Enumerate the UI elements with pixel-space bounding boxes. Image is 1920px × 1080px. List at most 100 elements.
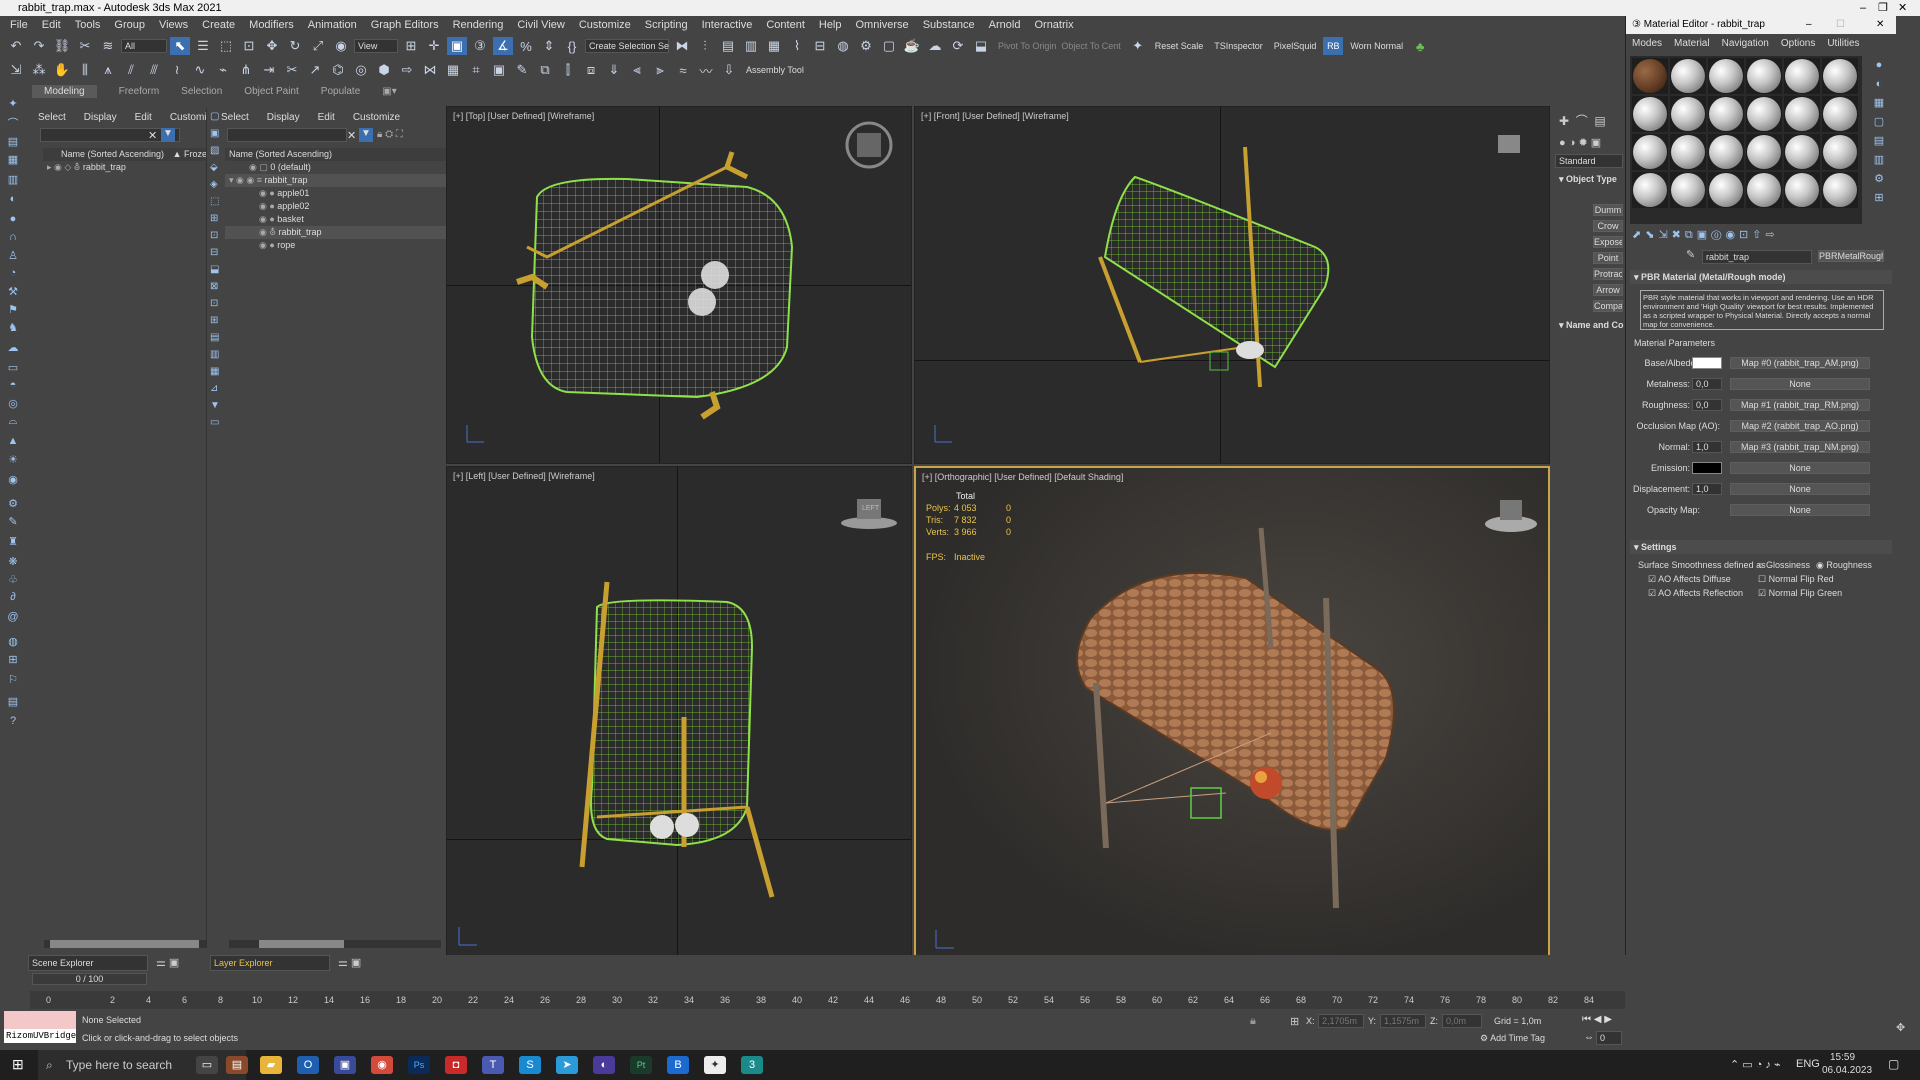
- maxscript-listener-area[interactable]: [4, 1011, 76, 1029]
- roughness-spinner[interactable]: 0,0: [1692, 399, 1722, 411]
- menu-file[interactable]: File: [10, 19, 28, 31]
- command-button[interactable]: Protrac: [1593, 268, 1623, 280]
- tool-grid-icon[interactable]: ▦: [443, 61, 463, 79]
- normal-map-button[interactable]: Map #3 (rabbit_trap_NM.png): [1730, 441, 1870, 453]
- sample-slot[interactable]: [1822, 58, 1858, 94]
- layer-row[interactable]: ◉ ● apple02: [225, 200, 447, 213]
- tool-fan-icon[interactable]: ⋈: [420, 61, 440, 79]
- command-button[interactable]: Point: [1593, 252, 1623, 264]
- file-explorer-icon[interactable]: ▰: [260, 1056, 282, 1074]
- tool-guide-icon[interactable]: ↗: [305, 61, 325, 79]
- select-by-material-icon[interactable]: ⊞: [1868, 189, 1890, 208]
- select-object-icon[interactable]: ⬉: [170, 37, 190, 55]
- cloud-icon[interactable]: ☁: [5, 341, 21, 355]
- rendered-frame-icon[interactable]: ▢: [879, 37, 899, 55]
- command-dropdown[interactable]: Standard: [1555, 154, 1623, 168]
- sample-slot[interactable]: [1784, 58, 1820, 94]
- tool-split-icon[interactable]: ⫿: [558, 61, 578, 79]
- bones-icon[interactable]: ⚒: [5, 285, 21, 299]
- tool-arrow-icon[interactable]: ⇓: [604, 61, 624, 79]
- sample-slot[interactable]: [1670, 96, 1706, 132]
- app-thumbnail-icon[interactable]: ▤: [226, 1056, 248, 1074]
- chrome-icon[interactable]: ◉: [371, 1056, 393, 1074]
- layer-hscroll[interactable]: [229, 940, 441, 948]
- tube-icon[interactable]: ▲: [5, 435, 21, 449]
- half-sphere-icon[interactable]: ◓: [5, 379, 21, 393]
- person-icon[interactable]: ♙: [5, 249, 21, 263]
- eyedropper-icon[interactable]: ✎: [1686, 248, 1695, 261]
- modify-icon[interactable]: ⌒: [5, 115, 21, 130]
- tool-box-icon[interactable]: ▣: [489, 61, 509, 79]
- normal-spinner[interactable]: 1,0: [1692, 441, 1722, 453]
- tab-object-paint[interactable]: Object Paint: [244, 86, 298, 97]
- current-frame-field[interactable]: 0: [1596, 1031, 1622, 1045]
- menu-customize[interactable]: Customize: [579, 19, 631, 31]
- geometry-icon[interactable]: ●: [1559, 137, 1566, 149]
- selection-filter-dropdown[interactable]: All: [121, 39, 167, 53]
- me-minimize-icon[interactable]: –: [1806, 16, 1812, 34]
- display-icon[interactable]: ▥: [5, 173, 21, 187]
- outlook-icon[interactable]: O: [297, 1056, 319, 1074]
- scene-menu-edit[interactable]: Edit: [135, 112, 152, 123]
- clock-date[interactable]: 06.04.2023: [1822, 1065, 1872, 1076]
- knot-icon[interactable]: ❋: [5, 555, 21, 569]
- scene-name-column[interactable]: Name (Sorted Ascending): [61, 149, 164, 159]
- windows-start-icon[interactable]: ⊞: [12, 1056, 24, 1073]
- chess-icon[interactable]: ♜: [5, 535, 21, 549]
- scene-menu-display[interactable]: Display: [84, 112, 117, 123]
- ring-icon[interactable]: ⌓: [5, 415, 21, 429]
- me-maximize-icon[interactable]: ☐: [1836, 16, 1845, 34]
- sample-slot[interactable]: [1708, 134, 1744, 170]
- menu-modifiers[interactable]: Modifiers: [249, 19, 294, 31]
- create-icon[interactable]: ✦: [5, 97, 21, 111]
- sample-slot[interactable]: [1670, 58, 1706, 94]
- menu-edit[interactable]: Edit: [42, 19, 61, 31]
- show-shaded-icon[interactable]: ◉: [1725, 229, 1739, 241]
- sample-slot[interactable]: [1708, 172, 1744, 208]
- filter-icon[interactable]: ▼: [161, 128, 175, 142]
- layer-explorer-dropdown[interactable]: Layer Explorer: [210, 955, 330, 971]
- motion-icon[interactable]: ▦: [5, 153, 21, 167]
- camera-app-icon[interactable]: ◘: [445, 1056, 467, 1074]
- clear-search-icon[interactable]: ✕: [148, 129, 157, 142]
- utilities-icon[interactable]: ◐: [5, 193, 21, 207]
- tool-frizz-icon[interactable]: ⌁: [213, 61, 233, 79]
- layer-search-input[interactable]: [227, 128, 347, 142]
- command-button[interactable]: Arrow: [1593, 284, 1623, 296]
- redo-icon[interactable]: ↷: [29, 37, 49, 55]
- backlight-icon[interactable]: ◐: [1868, 75, 1890, 94]
- sample-slot[interactable]: [1632, 134, 1668, 170]
- z-coord-field[interactable]: 0,0m: [1442, 1014, 1482, 1028]
- bind-spacewarp-icon[interactable]: ≋: [98, 37, 118, 55]
- absolute-mode-icon[interactable]: ⊞: [1290, 1015, 1299, 1028]
- flip-red-checkbox[interactable]: ☐ Normal Flip Red: [1758, 574, 1834, 585]
- material-id-icon[interactable]: ⓪: [1711, 229, 1725, 241]
- layer-row[interactable]: ◉ ⛢ rabbit_trap: [225, 226, 447, 239]
- designer-icon[interactable]: B: [667, 1056, 689, 1074]
- reset-scale-label[interactable]: Reset Scale: [1151, 41, 1208, 51]
- assembly-tool-label[interactable]: Assembly Tool: [742, 65, 808, 75]
- command-button[interactable]: Crow: [1593, 220, 1623, 232]
- roughness-radio[interactable]: ◉ Roughness: [1816, 560, 1872, 571]
- keyboard-shortcut-icon[interactable]: ▣: [447, 37, 467, 55]
- command-button[interactable]: Expose: [1593, 236, 1623, 248]
- flag-icon[interactable]: ⚐: [5, 673, 21, 687]
- pbr-rollout-header[interactable]: ▾ PBR Material (Metal/Rough mode): [1630, 270, 1892, 284]
- speaker-icon[interactable]: ◔: [5, 267, 21, 281]
- paint-icon[interactable]: ✎: [5, 515, 21, 529]
- video-check-icon[interactable]: ▤: [1868, 132, 1890, 151]
- globe-icon[interactable]: ◍: [5, 635, 21, 649]
- glossiness-radio[interactable]: ○ Glossiness: [1758, 560, 1810, 570]
- hierarchy-tab-icon[interactable]: ▤: [1594, 114, 1605, 128]
- ao-diffuse-checkbox[interactable]: ☑ AO Affects Diffuse: [1648, 574, 1731, 585]
- rect-selection-icon[interactable]: ⬚: [216, 37, 236, 55]
- viewport-top[interactable]: [+] [Top] [User Defined] [Wireframe]: [446, 106, 912, 464]
- render-production-icon[interactable]: ☕: [902, 37, 922, 55]
- scene-row[interactable]: ▸ ◉ ◇ ⛢ rabbit_trap: [43, 161, 213, 174]
- emission-swatch[interactable]: [1692, 462, 1722, 474]
- layer-row[interactable]: ◉ ● apple01: [225, 187, 447, 200]
- messenger-icon[interactable]: ◐: [593, 1056, 615, 1074]
- menu-ornatrix[interactable]: Ornatrix: [1034, 19, 1073, 31]
- sample-slot[interactable]: [1822, 172, 1858, 208]
- menu-animation[interactable]: Animation: [308, 19, 357, 31]
